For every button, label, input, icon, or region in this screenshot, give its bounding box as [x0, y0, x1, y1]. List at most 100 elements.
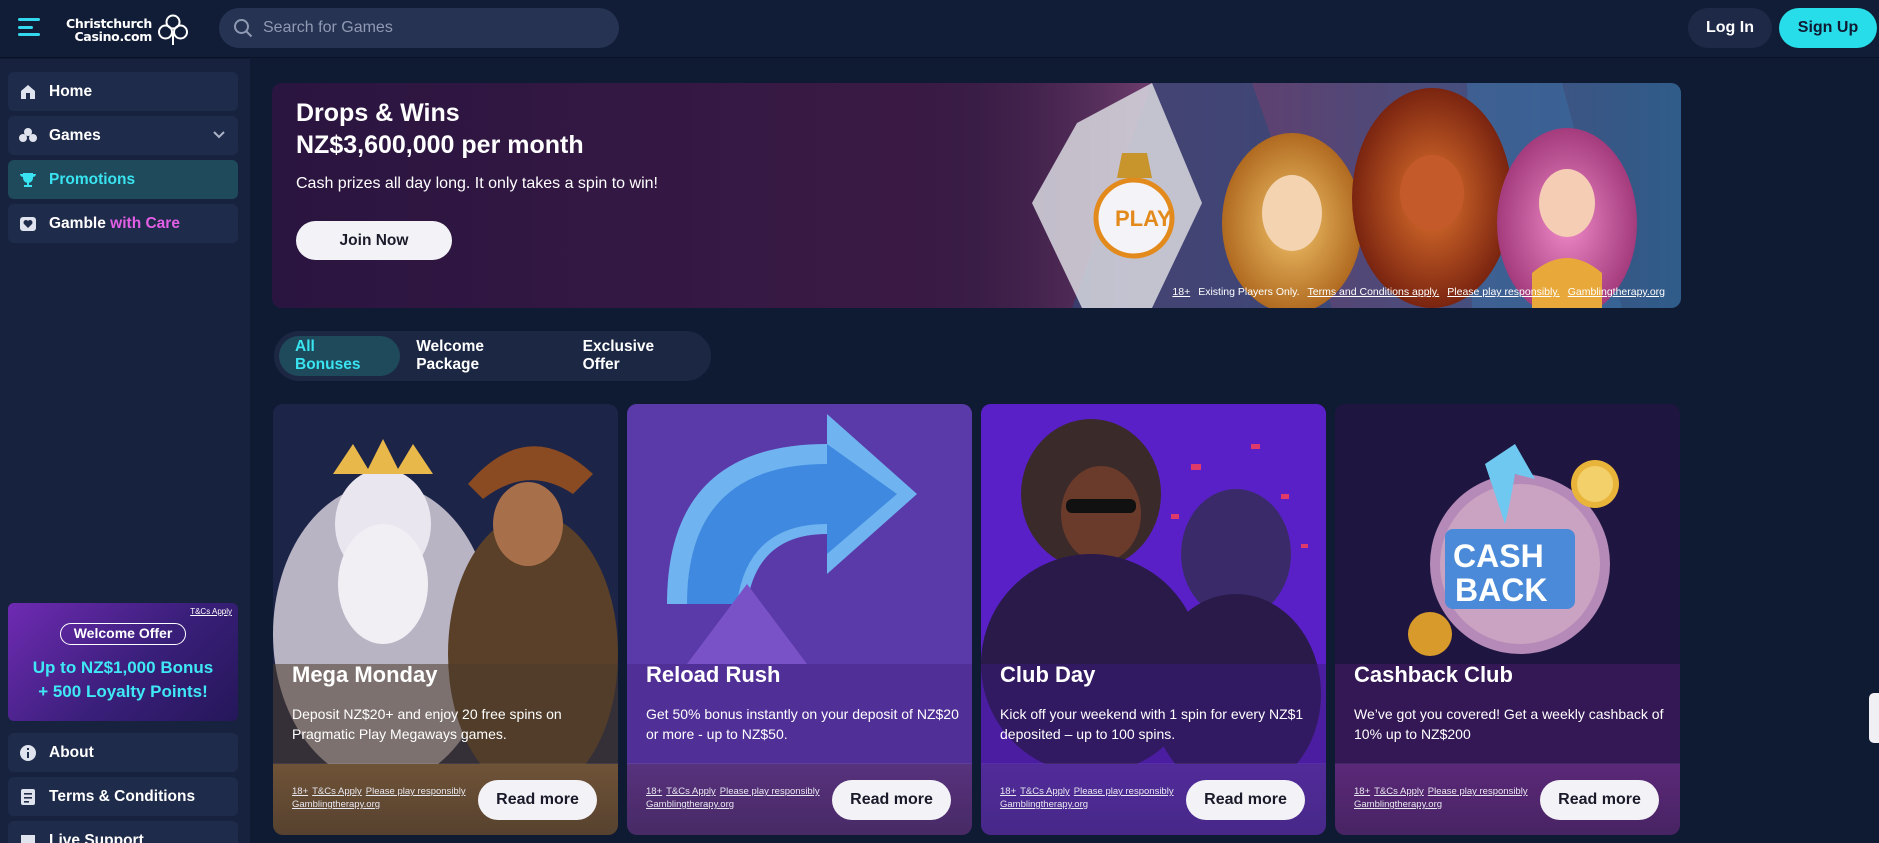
chat-icon [18, 831, 38, 843]
sidebar-item-about[interactable]: About [8, 733, 238, 772]
card-footer: 18+ T&Cs Apply Please play responsibly Gamb… [981, 763, 1326, 835]
tab-all-bonuses[interactable]: All Bonuses [279, 336, 401, 376]
menu-icon[interactable] [18, 18, 40, 36]
hero-legal: 18+ Existing Players Only. Terms and Con… [1172, 286, 1665, 298]
card-description: Deposit NZ$20+ and enjoy 20 free spins o… [292, 706, 562, 742]
play-badge: PLAY [1115, 206, 1172, 231]
sidebar-item-label-accent: with Care [110, 214, 180, 232]
logo-line-2: Casino.com [74, 29, 153, 44]
promo-card-club-day[interactable]: Club Day Kick off your weekend with 1 sp… [981, 404, 1326, 835]
card-description: Get 50% bonus instantly on your deposit … [646, 706, 959, 742]
card-description: Kick off your weekend with 1 spin for ev… [1000, 706, 1304, 742]
card-title: Reload Rush [646, 662, 781, 687]
hero-legal-tc[interactable]: Terms and Conditions apply. [1308, 286, 1440, 298]
promo-tc-link[interactable]: T&Cs Apply [190, 607, 232, 616]
hero-legal-responsible[interactable]: Please play responsibly. [1447, 286, 1559, 298]
card-legal-tc[interactable]: T&Cs Apply [1374, 786, 1424, 797]
logo[interactable]: Christchurch Casino.com [66, 13, 190, 47]
tab-welcome-package[interactable]: Welcome Package [400, 336, 566, 376]
signup-button[interactable]: Sign Up [1779, 8, 1877, 48]
card-legal-responsible[interactable]: Please play responsibly [1428, 786, 1528, 797]
card-footer: 18+ T&Cs Apply Please play responsibly Gamb… [1335, 763, 1680, 835]
card-description: We’ve got you covered! Get a weekly cash… [1354, 706, 1664, 742]
card-legal-responsible[interactable]: Please play responsibly [366, 786, 466, 797]
card-legal-therapy[interactable]: Gamblingtherapy.org [292, 799, 380, 810]
hero-legal-age[interactable]: 18+ [1172, 286, 1190, 298]
tab-exclusive-offer[interactable]: Exclusive Offer [567, 336, 711, 376]
card-title: Club Day [1000, 662, 1096, 687]
hero-banner: PLAY Drops & Wins NZ$3,600,000 per month… [272, 83, 1681, 308]
card-legal-tc[interactable]: T&Cs Apply [666, 786, 716, 797]
hero-title-line-2: NZ$3,600,000 per month [296, 131, 584, 159]
read-more-button[interactable]: Read more [1186, 780, 1305, 820]
trophy-icon [18, 170, 38, 190]
sidebar-item-live-support[interactable]: Live Support [8, 821, 238, 843]
promo-card-reload-rush[interactable]: Reload Rush Get 50% bonus instantly on y… [627, 404, 972, 835]
promo-line-2: + 500 Loyalty Points! [38, 682, 208, 701]
bonus-filter-tabs: All Bonuses Welcome Package Exclusive Of… [274, 331, 711, 381]
card-legal-age[interactable]: 18+ [646, 786, 662, 797]
search-bar[interactable] [219, 8, 619, 48]
hero-legal-text: Existing Players Only. [1198, 286, 1300, 298]
welcome-offer-banner[interactable]: T&Cs Apply Welcome Offer Up to NZ$1,000 … [8, 603, 238, 721]
card-legal-responsible[interactable]: Please play responsibly [1074, 786, 1174, 797]
card-legal-therapy[interactable]: Gamblingtherapy.org [1000, 799, 1088, 810]
heart-shield-icon [18, 214, 38, 234]
sidebar-item-gamble-with-care[interactable]: Gamble with Care [8, 204, 238, 243]
hero-title-line-1: Drops & Wins [296, 99, 460, 127]
sidebar: Home Games Promotions Gamble with Care T… [0, 59, 250, 843]
card-footer: 18+ T&Cs Apply Please play responsibly Gamb… [627, 763, 972, 835]
card-legal-responsible[interactable]: Please play responsibly [720, 786, 820, 797]
card-legal-age[interactable]: 18+ [1354, 786, 1370, 797]
search-icon [234, 19, 253, 38]
promo-pill: Welcome Offer [60, 623, 186, 645]
sidebar-item-games[interactable]: Games [8, 116, 238, 155]
document-icon [18, 787, 38, 807]
cash-text: CASH [1453, 538, 1544, 574]
sidebar-item-label: Live Support [49, 831, 144, 843]
top-bar: Christchurch Casino.com Log In Sign Up [0, 0, 1879, 58]
sidebar-item-label: About [49, 743, 94, 761]
sidebar-item-label: Promotions [49, 170, 136, 188]
search-input[interactable] [263, 19, 593, 37]
sidebar-item-label: Gamble [49, 214, 106, 232]
read-more-button[interactable]: Read more [478, 780, 597, 820]
sidebar-item-label: Games [49, 126, 101, 144]
card-title: Cashback Club [1354, 662, 1513, 687]
card-legal-age[interactable]: 18+ [1000, 786, 1016, 797]
sidebar-item-promotions[interactable]: Promotions [8, 160, 238, 199]
logo-text: Christchurch Casino.com [66, 17, 152, 43]
hero-artwork: PLAY [912, 83, 1681, 308]
clover-logo-icon [158, 14, 189, 45]
card-legal-therapy[interactable]: Gamblingtherapy.org [1354, 799, 1442, 810]
home-icon [18, 82, 38, 102]
card-title: Mega Monday [292, 662, 438, 687]
card-legal-tc[interactable]: T&Cs Apply [312, 786, 362, 797]
card-legal-age[interactable]: 18+ [292, 786, 308, 797]
read-more-button[interactable]: Read more [832, 780, 951, 820]
side-widget-tab[interactable] [1869, 693, 1879, 743]
sidebar-item-label: Terms & Conditions [49, 787, 196, 805]
card-legal: 18+ T&Cs Apply Please play responsibly Gamb… [646, 785, 836, 811]
card-legal-therapy[interactable]: Gamblingtherapy.org [646, 799, 734, 810]
back-text: BACK [1455, 572, 1547, 608]
read-more-button[interactable]: Read more [1540, 780, 1659, 820]
clover-icon [18, 126, 38, 146]
hero-legal-therapy[interactable]: Gamblingtherapy.org [1568, 286, 1665, 298]
login-button[interactable]: Log In [1688, 8, 1772, 48]
card-legal: 18+ T&Cs Apply Please play responsibly Gamb… [292, 785, 482, 811]
join-now-button[interactable]: Join Now [296, 221, 452, 260]
hero-subtitle: Cash prizes all day long. It only takes … [296, 175, 658, 192]
promo-line-1: Up to NZ$1,000 Bonus [32, 658, 214, 677]
sidebar-item-terms[interactable]: Terms & Conditions [8, 777, 238, 816]
info-icon [18, 743, 38, 763]
card-footer: 18+ T&Cs Apply Please play responsibly Gamb… [273, 763, 618, 835]
promo-card-cashback-club[interactable]: CASH BACK Cashback Club We’ve got you co… [1335, 404, 1680, 835]
card-legal: 18+ T&Cs Apply Please play responsibly Gamb… [1354, 785, 1544, 811]
card-legal: 18+ T&Cs Apply Please play responsibly Gamb… [1000, 785, 1190, 811]
chevron-down-icon[interactable] [212, 128, 226, 142]
sidebar-item-label: Home [49, 82, 93, 100]
sidebar-item-home[interactable]: Home [8, 72, 238, 111]
card-legal-tc[interactable]: T&Cs Apply [1020, 786, 1070, 797]
promo-card-mega-monday[interactable]: Mega Monday Deposit NZ$20+ and enjoy 20 … [273, 404, 618, 835]
